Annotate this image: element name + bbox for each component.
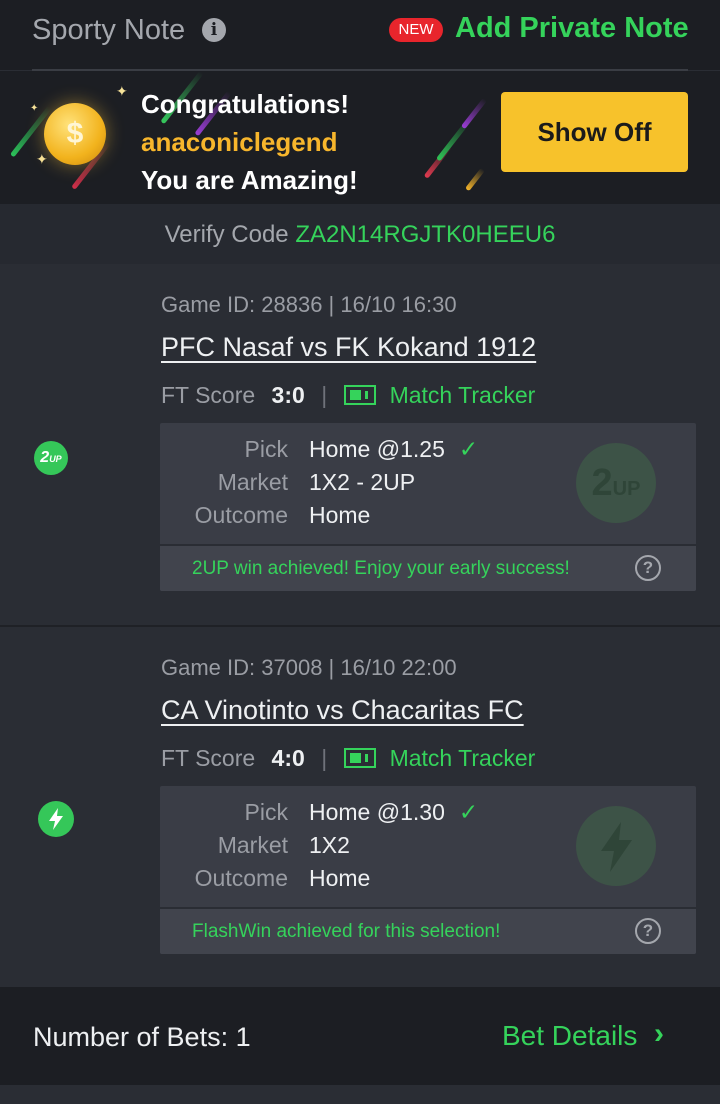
bets-summary-bar: Number of Bets: 1 Bet Details ›: [0, 987, 720, 1085]
match-tracker-icon[interactable]: [343, 748, 376, 768]
match-link[interactable]: PFC Nasaf vs FK Kokand 1912: [161, 332, 536, 363]
pick-label: Pick: [244, 799, 288, 825]
info-icon[interactable]: i: [202, 18, 226, 42]
coin-icon: $: [44, 103, 106, 165]
check-icon: ✓: [458, 799, 479, 825]
ft-score-label: FT Score: [161, 382, 256, 408]
outcome-value: Home: [309, 865, 371, 891]
market-row: Market 1X2 - 2UP: [160, 469, 696, 502]
selection-details: 2UP Pick Home @1.25 ✓ Market 1X2 - 2UP Ou…: [160, 423, 696, 591]
ft-score-row: FT Score 4:0 | Match Tracker: [161, 745, 535, 772]
confetti-streak: [465, 167, 485, 192]
sparkle-icon: ✦: [116, 83, 128, 99]
market-value: 1X2: [309, 832, 350, 858]
bet-card: Game ID: 37008 | 16/10 22:00 CA Vinotint…: [0, 625, 720, 985]
market-value: 1X2 - 2UP: [309, 469, 416, 495]
congrats-heading: Congratulations!: [141, 89, 349, 119]
verify-code-value[interactable]: ZA2N14RGJTK0HEEU6: [295, 221, 555, 248]
sparkle-icon: ✦: [30, 103, 39, 114]
pick-text: Home @1.30: [309, 799, 445, 825]
show-off-button[interactable]: Show Off: [501, 92, 688, 172]
congrats-subtext: You are Amazing!: [141, 165, 358, 195]
market-label: Market: [217, 469, 288, 495]
pick-value: Home @1.25 ✓: [309, 436, 478, 463]
ft-score-label: FT Score: [161, 745, 256, 771]
outcome-value: Home: [309, 502, 371, 528]
achievement-message: FlashWin achieved for this selection!: [192, 921, 501, 942]
congrats-banner: ✦ ✦ ✦ $ Congratulations! anaconiclegend …: [0, 71, 720, 204]
header: Sporty Note i NEW Add Private Note: [0, 0, 720, 71]
confetti-streak: [460, 97, 488, 130]
check-icon: ✓: [458, 436, 479, 462]
achievement-bar: FlashWin achieved for this selection! ?: [160, 907, 696, 954]
game-id: Game ID: 28836 | 16/10 16:30: [161, 292, 457, 317]
market-row: Market 1X2: [160, 832, 696, 865]
achievement-bar: 2UP win achieved! Enjoy your early succe…: [160, 544, 696, 591]
help-icon[interactable]: ?: [635, 918, 661, 944]
help-icon[interactable]: ?: [635, 555, 661, 581]
bet-details-button[interactable]: Bet Details: [502, 1020, 637, 1052]
bottom-strip: [0, 1085, 720, 1104]
verify-code-row: Verify Code ZA2N14RGJTK0HEEU6: [0, 204, 720, 264]
ft-score-row: FT Score 3:0 | Match Tracker: [161, 382, 535, 409]
add-private-note-button[interactable]: Add Private Note: [455, 12, 689, 45]
match-tracker-link[interactable]: Match Tracker: [390, 382, 536, 408]
two-up-icon: 2UP: [34, 441, 68, 475]
verify-code-label: Verify Code: [164, 221, 289, 248]
page-title: Sporty Note: [32, 14, 186, 46]
ft-score-value: 4:0: [271, 745, 305, 771]
separator: |: [321, 745, 328, 771]
new-badge: NEW: [389, 18, 443, 42]
outcome-label: Outcome: [194, 865, 288, 891]
match-tracker-link[interactable]: Match Tracker: [390, 745, 536, 771]
separator: |: [321, 382, 328, 408]
pick-label: Pick: [244, 436, 288, 462]
pick-text: Home @1.25: [309, 436, 445, 462]
match-link[interactable]: CA Vinotinto vs Chacaritas FC: [161, 695, 524, 726]
pick-row: Pick Home @1.30 ✓: [160, 799, 696, 832]
achievement-message: 2UP win achieved! Enjoy your early succe…: [192, 558, 570, 579]
game-id: Game ID: 37008 | 16/10 22:00: [161, 655, 457, 680]
congrats-text: Congratulations! anaconiclegend You are …: [141, 85, 358, 199]
selection-details: Pick Home @1.30 ✓ Market 1X2 Outcome Home…: [160, 786, 696, 954]
pick-row: Pick Home @1.25 ✓: [160, 436, 696, 469]
outcome-row: Outcome Home: [160, 865, 696, 898]
bet-count: Number of Bets: 1: [33, 1022, 251, 1052]
market-label: Market: [217, 832, 288, 858]
match-tracker-icon[interactable]: [343, 385, 376, 405]
pick-value: Home @1.30 ✓: [309, 799, 478, 826]
flash-icon: [38, 801, 74, 837]
outcome-label: Outcome: [194, 502, 288, 528]
bet-card: 2UP Game ID: 28836 | 16/10 16:30 PFC Nas…: [0, 264, 720, 624]
chevron-right-icon[interactable]: ›: [654, 1017, 664, 1051]
sparkle-icon: ✦: [36, 151, 48, 167]
outcome-row: Outcome Home: [160, 502, 696, 535]
username: anaconiclegend: [141, 127, 338, 157]
ft-score-value: 3:0: [271, 382, 305, 408]
